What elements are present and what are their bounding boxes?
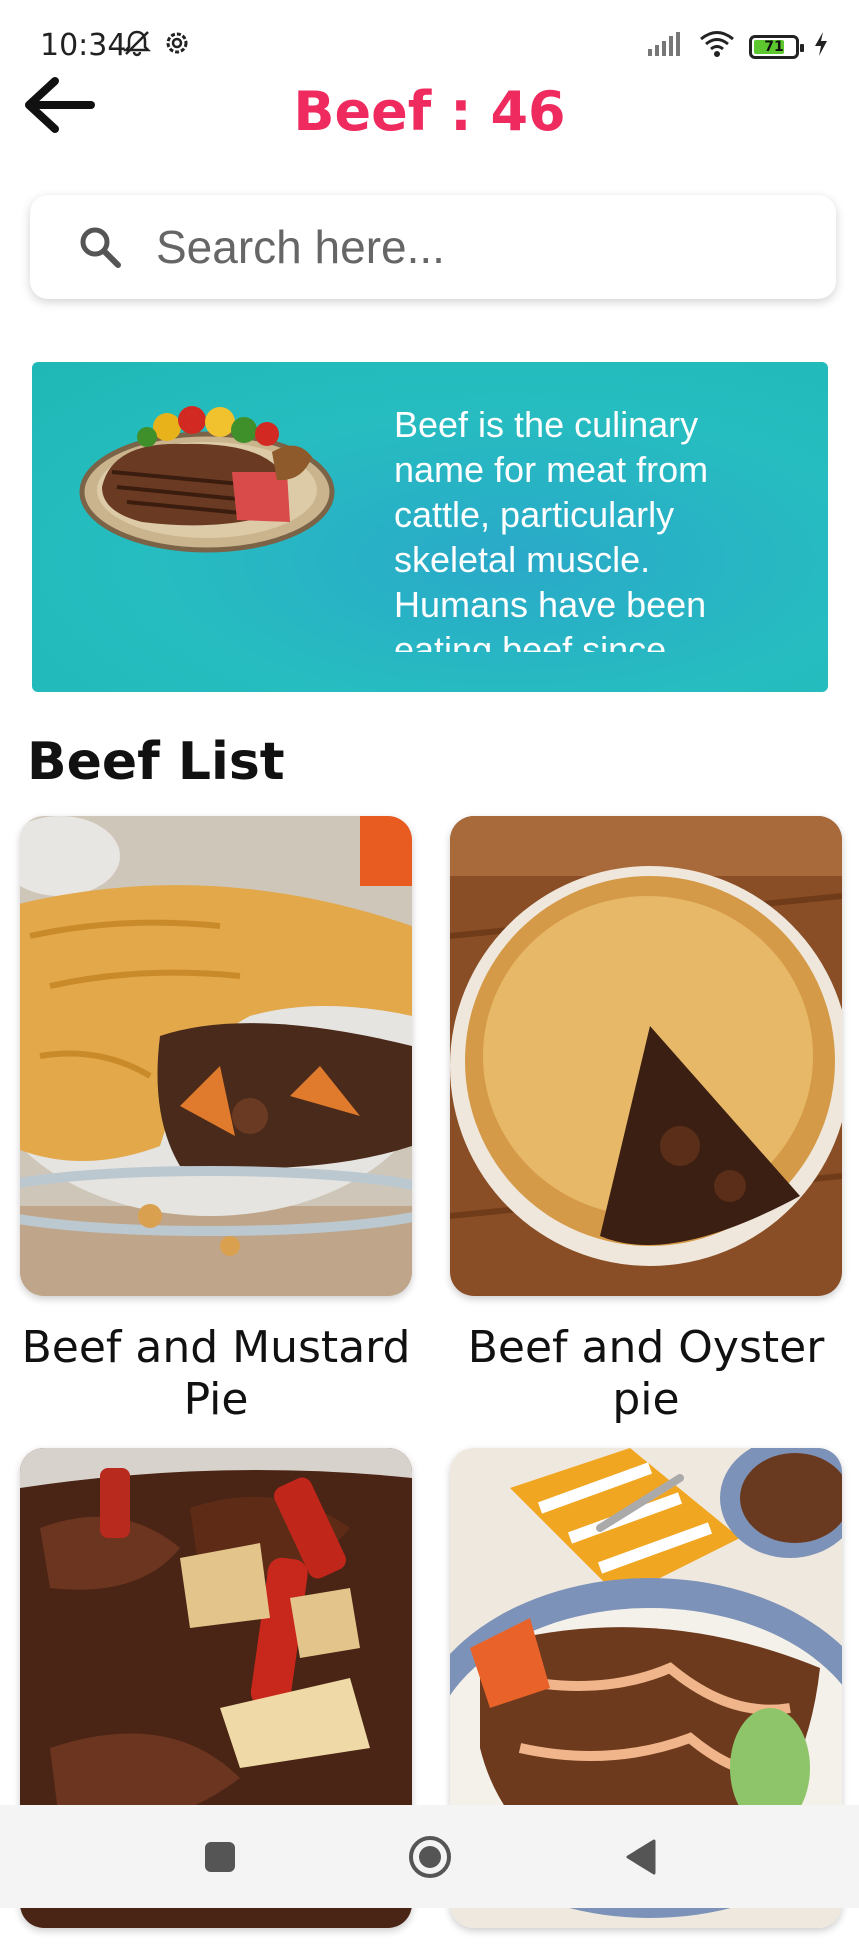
meal-card[interactable]: Beef and Mustard Pie (20, 816, 412, 1426)
meal-name: Beef and Oyster pie (467, 1322, 825, 1425)
search-input[interactable] (154, 219, 758, 275)
search-box[interactable] (30, 195, 836, 299)
meal-image (20, 816, 412, 1296)
home-button[interactable] (400, 1827, 460, 1887)
battery-level: 71 (764, 38, 784, 55)
settings-icon (162, 28, 192, 63)
square-icon (204, 1841, 235, 1872)
battery-icon: 71 (749, 34, 804, 59)
signal-icon (647, 31, 685, 62)
category-banner: Beef is the culinary name for meat from … (32, 362, 828, 692)
meal-image (450, 816, 842, 1296)
status-time: 10:34 (40, 28, 127, 63)
meal-name: Beef and Mustard Pie (21, 1322, 411, 1425)
status-right-icons: 71 (647, 30, 829, 63)
section-title: Beef List (27, 732, 285, 792)
banner-description: Beef is the culinary name for meat from … (394, 404, 709, 652)
steak-plate-image (79, 406, 335, 553)
meal-card[interactable]: Beef and Oyster pie (450, 816, 842, 1426)
status-bar: 10:34 71 (0, 0, 859, 90)
triangle-back-icon (626, 1839, 655, 1874)
search-icon (80, 227, 121, 268)
wifi-icon (699, 30, 735, 63)
circle-icon (408, 1835, 451, 1878)
bell-off-icon (122, 28, 152, 63)
system-nav-bar (0, 1805, 859, 1908)
status-left-icons (122, 28, 192, 63)
charging-icon (813, 31, 829, 62)
back-nav-button[interactable] (610, 1827, 670, 1887)
recents-button[interactable] (190, 1827, 250, 1887)
page-title: Beef : 46 (293, 80, 566, 143)
